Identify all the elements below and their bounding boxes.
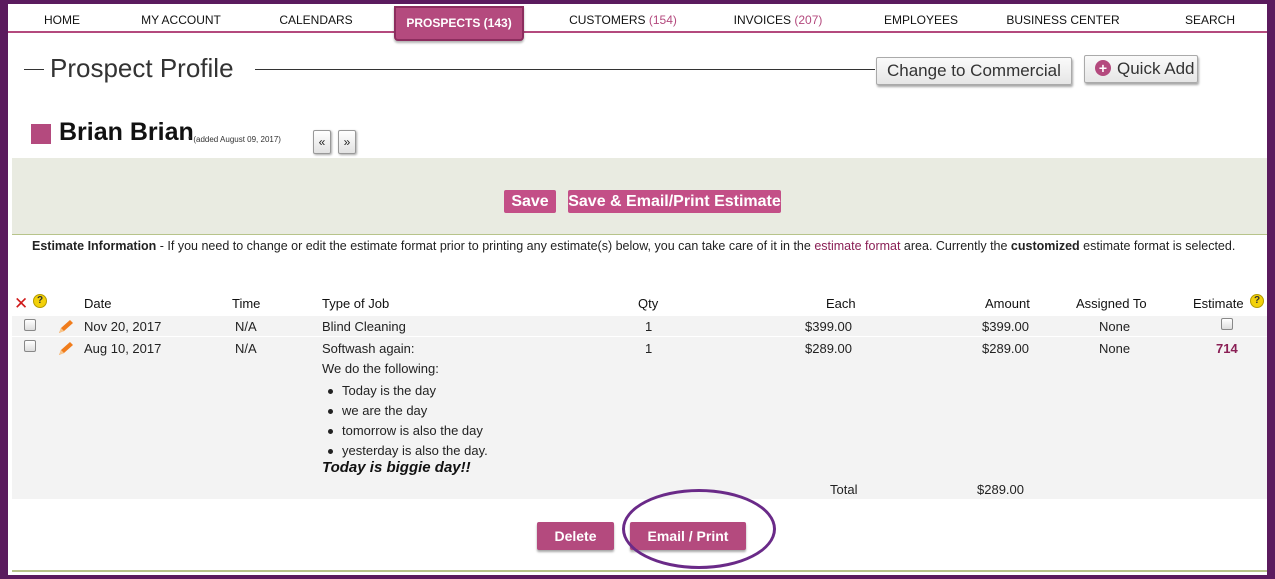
page-title: Prospect Profile <box>50 53 234 83</box>
total-value: $289.00 <box>977 482 1024 497</box>
table-row <box>12 337 1271 499</box>
column-header-type: Type of Job <box>322 296 390 311</box>
title-rule-right <box>255 69 875 70</box>
delete-x-icon[interactable]: ✕ <box>14 295 28 312</box>
row-date: Nov 20, 2017 <box>84 319 162 334</box>
column-header-estimate: Estimate <box>1193 296 1244 311</box>
total-label: Total <box>830 482 858 497</box>
plus-circle-icon: + <box>1095 60 1111 76</box>
row-estimate-checkbox[interactable] <box>1221 318 1233 330</box>
list-item: yesterday is also the day. <box>322 441 488 461</box>
row-assigned: None <box>1099 319 1131 334</box>
nav-item-employees[interactable]: EMPLOYEES <box>878 4 964 33</box>
job-note: Today is biggie day!! <box>322 459 471 476</box>
previous-prospect-button[interactable]: « <box>313 130 331 154</box>
save-button[interactable]: Save <box>504 190 556 213</box>
estimate-number-link[interactable]: 714 <box>1216 341 1238 356</box>
list-item: tomorrow is also the day <box>322 421 488 441</box>
row-assigned: None <box>1099 341 1131 356</box>
list-item: we are the day <box>322 401 488 421</box>
nav-item-invoices[interactable]: INVOICES (207) <box>728 4 828 33</box>
row-each: $399.00 <box>805 319 852 334</box>
title-rule-left <box>24 69 44 70</box>
row-date: Aug 10, 2017 <box>84 341 162 356</box>
nav-item-business-center[interactable]: BUSINESS CENTER <box>1006 4 1120 33</box>
row-type: Softwash again: <box>322 341 415 356</box>
prospect-name: Brian Brian <box>59 118 194 146</box>
help-icon[interactable]: ? <box>33 294 47 308</box>
nav-item-my-account[interactable]: MY ACCOUNT <box>126 4 236 33</box>
column-header-date: Date <box>84 296 112 311</box>
section-divider <box>12 234 1271 235</box>
column-header-each: Each <box>826 296 856 311</box>
estimate-information-text: Estimate Information - If you need to ch… <box>32 239 1236 253</box>
top-nav: HOME MY ACCOUNT CALENDARS PROSPECTS (143… <box>8 4 1267 41</box>
row-select-checkbox[interactable] <box>24 319 36 331</box>
column-header-time: Time <box>232 296 261 311</box>
column-header-qty: Qty <box>638 296 659 311</box>
row-amount: $289.00 <box>982 341 1029 356</box>
row-select-checkbox[interactable] <box>24 340 36 352</box>
edit-pencil-icon[interactable] <box>57 341 75 357</box>
email-print-button[interactable]: Email / Print <box>630 522 746 550</box>
estimate-help-icon[interactable]: ? <box>1250 294 1264 308</box>
edit-pencil-icon[interactable] <box>57 319 75 335</box>
change-to-commercial-button[interactable]: Change to Commercial <box>876 57 1072 85</box>
column-header-amount: Amount <box>985 296 1030 311</box>
nav-item-search[interactable]: SEARCH <box>1178 4 1242 33</box>
bottom-divider <box>12 570 1271 572</box>
save-email-print-button[interactable]: Save & Email/Print Estimate <box>568 190 781 213</box>
delete-button[interactable]: Delete <box>537 522 614 550</box>
quick-add-button[interactable]: + Quick Add <box>1084 55 1198 83</box>
added-date: * (added August 09, 2017) <box>188 135 281 144</box>
list-item: Today is the day <box>322 381 488 401</box>
job-description-list: Today is the day we are the day tomorrow… <box>322 381 488 461</box>
table-row <box>12 316 1271 336</box>
next-prospect-button[interactable]: » <box>338 130 356 154</box>
row-time: N/A <box>235 319 257 334</box>
row-each: $289.00 <box>805 341 852 356</box>
row-type-intro: We do the following: <box>322 361 439 376</box>
prospect-color-badge <box>31 124 51 144</box>
nav-item-prospects[interactable]: PROSPECTS (143) <box>394 6 524 41</box>
nav-item-customers[interactable]: CUSTOMERS (154) <box>563 4 683 33</box>
column-header-assigned: Assigned To <box>1076 296 1147 311</box>
nav-item-home[interactable]: HOME <box>32 4 92 33</box>
nav-item-calendars[interactable]: CALENDARS <box>271 4 361 33</box>
row-time: N/A <box>235 341 257 356</box>
row-qty: 1 <box>645 319 653 334</box>
row-type: Blind Cleaning <box>322 319 406 334</box>
row-amount: $399.00 <box>982 319 1029 334</box>
estimate-format-link[interactable]: estimate format <box>814 239 900 253</box>
row-qty: 1 <box>645 341 653 356</box>
